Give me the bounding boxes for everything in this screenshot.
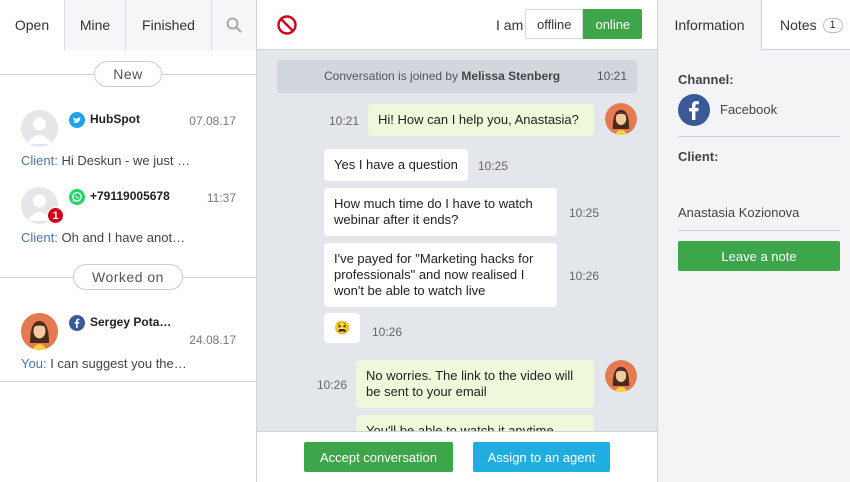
client-message: Yes I have a question [324, 149, 468, 181]
online-button[interactable]: online [583, 9, 643, 39]
unread-badge: 1 [47, 207, 64, 224]
avatar [21, 313, 58, 350]
message-time: 10:26 [317, 378, 348, 392]
conversation-item-hubspot[interactable]: HubSpot 07.08.17 Client: Hi Deskun - we … [0, 110, 256, 180]
conversation-preview: You: I can suggest you the… [21, 356, 187, 371]
message-text: Yes I have a question [334, 157, 458, 172]
conversation-name: HubSpot [90, 112, 140, 126]
message-time: 10:21 [329, 114, 360, 128]
status-label: I am [496, 17, 524, 33]
conversation-preview: Client: Hi Deskun - we just … [21, 153, 190, 168]
section-new-label: New [94, 61, 162, 87]
conversation-name: +79119005678 [90, 189, 170, 203]
message-line: be sent to your email [366, 384, 487, 399]
agent-message: No worries. The link to the video will b… [356, 360, 594, 408]
joined-time: 10:21 [596, 69, 627, 83]
message-line: How much time do I have to watch [334, 196, 533, 211]
client-message: I've payed for "Marketing hacks for prof… [324, 243, 557, 307]
status-toggle: offline online [525, 9, 643, 39]
divider [678, 136, 840, 137]
message-line: webinar after it ends? [334, 212, 459, 227]
tab-open[interactable]: Open [0, 0, 65, 51]
accept-conversation-button[interactable]: Accept conversation [304, 442, 453, 472]
conversation-item-sergey[interactable]: Sergey Pota… 24.08.17 You: I can suggest… [0, 313, 256, 383]
notes-count-badge: 1 [822, 17, 843, 33]
list-divider [0, 381, 256, 382]
whatsapp-icon [69, 189, 85, 205]
conversation-date: 07.08.17 [189, 114, 236, 128]
message-text: Hi! How can I help you, Anastasia? [378, 112, 579, 127]
info-tabs: Information Notes 1 [658, 0, 850, 51]
chat-panel: I am offline online Conversation is join… [257, 0, 657, 482]
channel-label: Channel: [678, 72, 734, 87]
message-line: No worries. The link to the video will [366, 368, 574, 383]
assign-agent-button[interactable]: Assign to an agent [473, 442, 610, 472]
message-time: 10:26 [569, 269, 600, 283]
conversation-list-panel: Open Mine Finished New HubSpot 07.08.17 … [0, 0, 257, 482]
info-panel: Information Notes 1 Channel: Facebook Cl… [657, 0, 850, 482]
section-worked-on-label: Worked on [73, 264, 183, 290]
tab-finished[interactable]: Finished [126, 0, 212, 50]
avatar [21, 110, 58, 147]
facebook-icon [69, 315, 85, 331]
search-icon [226, 17, 242, 33]
twitter-icon [69, 112, 85, 128]
tab-notes-label: Notes [780, 17, 817, 33]
joined-notice: Conversation is joined by Melissa Stenbe… [277, 60, 637, 93]
preview-sender: Client: [21, 153, 58, 168]
message-line: professionals" and now realised I [334, 267, 525, 282]
section-worked-on: Worked on [0, 264, 256, 290]
conversation-tabs: Open Mine Finished [0, 0, 256, 51]
preview-text: Hi Deskun - we just … [61, 153, 191, 168]
tired-face-emoji-icon: 😫 [334, 320, 351, 335]
message-time: 10:25 [569, 206, 600, 220]
conversation-date: 11:37 [206, 191, 236, 205]
tab-notes[interactable]: Notes 1 [762, 0, 843, 50]
agent-message: You'll be able to watch it anytime [356, 415, 594, 431]
client-message: How much time do I have to watch webinar… [324, 188, 557, 236]
chat-messages[interactable]: Conversation is joined by Melissa Stenbe… [257, 51, 657, 431]
client-name: Anastasia Kozionova [678, 205, 800, 220]
chat-actions: Accept conversation Assign to an agent [257, 431, 657, 482]
message-line: I've payed for "Marketing hacks for [334, 251, 534, 266]
conversation-date: 24.08.17 [189, 333, 236, 347]
joined-prefix: Conversation is joined by [324, 69, 459, 83]
offline-button[interactable]: offline [525, 9, 584, 39]
facebook-icon [678, 94, 710, 126]
section-new: New [0, 61, 256, 87]
message-time: 10:25 [478, 159, 509, 173]
joined-agent-name: Melissa Stenberg [461, 69, 561, 83]
tab-information[interactable]: Information [658, 0, 762, 51]
preview-text: I can suggest you the… [50, 356, 187, 371]
joined-text: Conversation is joined by Melissa Stenbe… [324, 69, 560, 83]
client-message: 😫 [324, 313, 361, 343]
conversation-name: Sergey Pota… [90, 315, 172, 329]
message-time: 10:26 [372, 325, 403, 339]
agent-avatar [605, 360, 637, 392]
client-label: Client: [678, 149, 719, 164]
block-icon[interactable] [276, 14, 298, 36]
agent-message: Hi! How can I help you, Anastasia? [368, 104, 594, 136]
divider [678, 230, 840, 231]
conversation-item-whatsapp[interactable]: 1 +79119005678 11:37 Client: Oh and I ha… [0, 187, 256, 257]
chat-header: I am offline online [257, 0, 657, 50]
message-line: won't be able to watch live [334, 283, 486, 298]
conversation-preview: Client: Oh and I have anot… [21, 230, 185, 245]
preview-sender: Client: [21, 230, 58, 245]
preview-text: Oh and I have anot… [61, 230, 186, 245]
leave-note-button[interactable]: Leave a note [678, 241, 840, 271]
agent-avatar [605, 103, 637, 135]
preview-sender: You: [21, 356, 47, 371]
search-button[interactable] [212, 0, 256, 50]
tab-mine[interactable]: Mine [65, 0, 126, 50]
channel-value: Facebook [720, 102, 778, 117]
message-text: You'll be able to watch it anytime [366, 423, 554, 431]
